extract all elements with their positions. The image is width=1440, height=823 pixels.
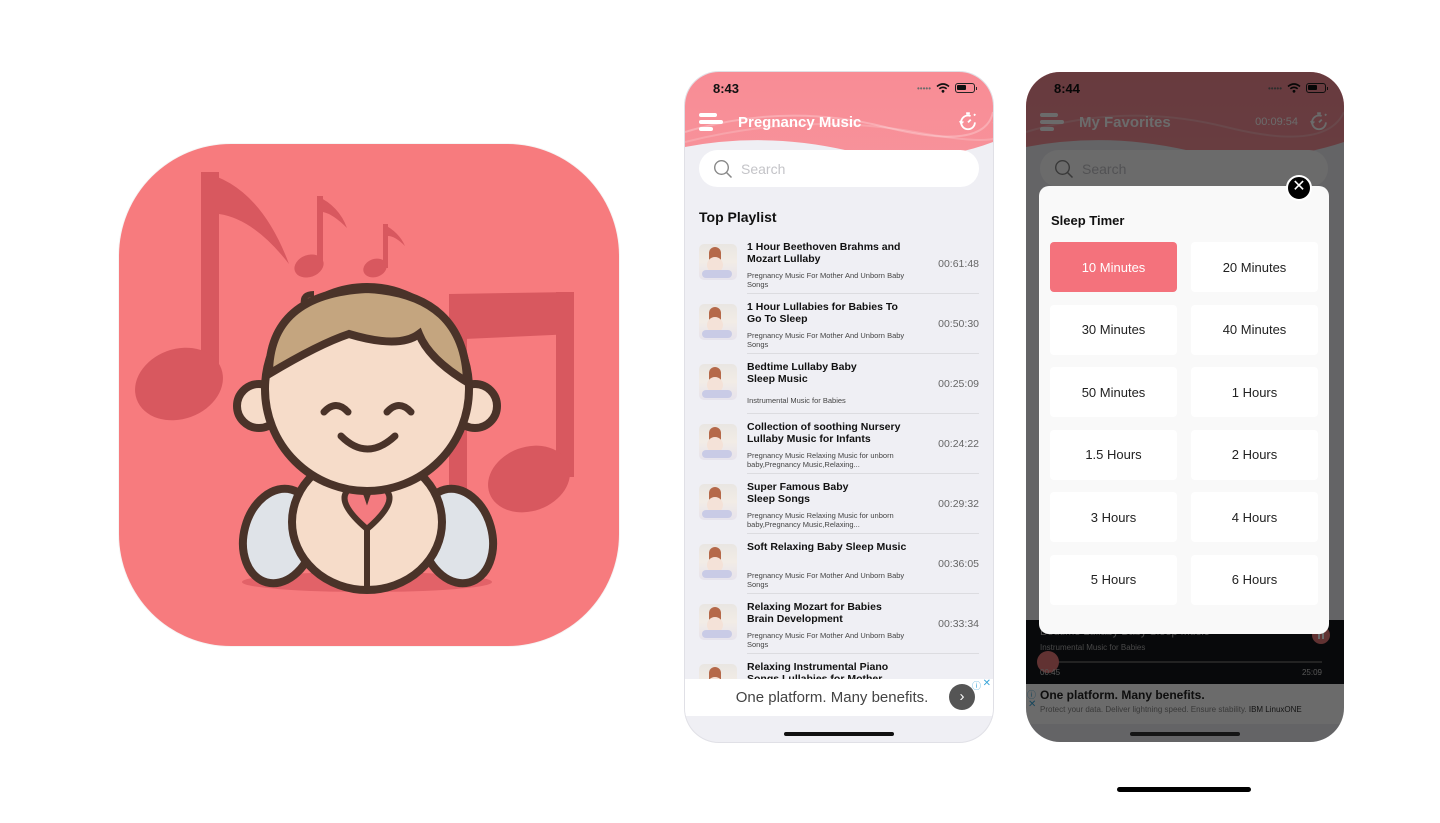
signal-icon: ••••• bbox=[916, 83, 931, 93]
playlist-thumbnail bbox=[699, 604, 737, 640]
playlist-title: Soft Relaxing Baby Sleep Music bbox=[747, 541, 907, 553]
baby-music-illustration bbox=[135, 172, 574, 594]
playlist-duration: 00:61:48 bbox=[938, 258, 979, 270]
page-title: Pregnancy Music bbox=[738, 114, 862, 131]
ad-info-icon[interactable]: ⓘ bbox=[972, 679, 981, 692]
timer-option-button[interactable]: 50 Minutes bbox=[1050, 367, 1177, 418]
ad-text: One platform. Many benefits. bbox=[735, 689, 929, 706]
search-input[interactable] bbox=[741, 160, 941, 177]
small-music-notes-icon bbox=[294, 196, 405, 278]
playlist-list: 1 Hour Beethoven Brahms and Mozart Lulla… bbox=[685, 234, 993, 714]
section-title: Top Playlist bbox=[699, 209, 777, 225]
playlist-duration: 00:25:09 bbox=[938, 378, 979, 390]
playlist-duration: 00:24:22 bbox=[938, 438, 979, 450]
playlist-subtitle: Pregnancy Music For Mother And Unborn Ba… bbox=[747, 271, 905, 289]
playlist-duration: 00:36:05 bbox=[938, 558, 979, 570]
modal-title: Sleep Timer bbox=[1051, 213, 1125, 228]
playlist-row[interactable]: 1 Hour Lullabies for Babies To Go To Sle… bbox=[685, 294, 993, 354]
timer-option-button[interactable]: 10 Minutes bbox=[1050, 242, 1177, 292]
wifi-icon bbox=[936, 83, 950, 93]
search-input-container[interactable] bbox=[699, 150, 979, 187]
playlist-title: Collection of soothing Nursery Lullaby M… bbox=[747, 421, 901, 445]
playlist-row[interactable]: Relaxing Mozart for Babies Brain Develop… bbox=[685, 594, 993, 654]
timer-option-button[interactable]: 20 Minutes bbox=[1191, 242, 1318, 292]
ad-close-icon[interactable]: ✕ bbox=[983, 678, 991, 689]
phone-screen-sleep-timer: 8:44 ••••• My Favorites 00:09:54 bbox=[1026, 72, 1344, 742]
timer-option-button[interactable]: 3 Hours bbox=[1050, 492, 1177, 543]
playlist-thumbnail bbox=[699, 424, 737, 460]
playlist-subtitle: Pregnancy Music For Mother And Unborn Ba… bbox=[747, 631, 905, 649]
status-bar: 8:43 ••••• bbox=[685, 72, 993, 106]
playlist-row[interactable]: Collection of soothing Nursery Lullaby M… bbox=[685, 414, 993, 474]
timer-option-button[interactable]: 4 Hours bbox=[1191, 492, 1318, 543]
hamburger-menu-icon[interactable] bbox=[699, 111, 723, 131]
playlist-thumbnail bbox=[699, 244, 737, 280]
playlist-title: 1 Hour Beethoven Brahms and Mozart Lulla… bbox=[747, 241, 901, 265]
phone-screen-playlist: 8:43 ••••• Pregnancy Music Search Top Pl… bbox=[685, 72, 993, 742]
close-icon[interactable]: ✕ bbox=[1286, 175, 1312, 201]
home-indicator bbox=[784, 732, 894, 736]
playlist-subtitle: Pregnancy Music For Mother And Unborn Ba… bbox=[747, 571, 905, 589]
sleep-timer-icon[interactable] bbox=[957, 110, 979, 132]
timer-option-button[interactable]: 1.5 Hours bbox=[1050, 429, 1177, 480]
status-time: 8:43 bbox=[713, 81, 740, 96]
playlist-subtitle: Pregnancy Music For Mother And Unborn Ba… bbox=[747, 331, 905, 349]
playlist-title: Bedtime Lullaby Baby Sleep Music bbox=[747, 361, 857, 385]
timer-options-grid: 10 Minutes 20 Minutes 30 Minutes 40 Minutes… bbox=[1050, 242, 1318, 605]
nav-bar: Pregnancy Music bbox=[685, 108, 993, 138]
playlist-row[interactable]: 1 Hour Beethoven Brahms and Mozart Lulla… bbox=[685, 234, 993, 294]
timer-option-button[interactable]: 1 Hours bbox=[1191, 367, 1318, 418]
playlist-row[interactable]: Soft Relaxing Baby Sleep Music Pregnancy… bbox=[685, 534, 993, 594]
playlist-thumbnail bbox=[699, 544, 737, 580]
timer-option-button[interactable]: 2 Hours bbox=[1191, 429, 1318, 480]
playlist-subtitle: Pregnancy Music Relaxing Music for unbor… bbox=[747, 451, 894, 469]
timer-option-button[interactable]: 30 Minutes bbox=[1050, 304, 1177, 355]
playlist-duration: 00:33:34 bbox=[938, 618, 979, 630]
playlist-title: 1 Hour Lullabies for Babies To Go To Sle… bbox=[747, 301, 898, 325]
home-indicator bbox=[1117, 787, 1251, 792]
app-icon bbox=[119, 144, 619, 646]
ad-banner[interactable]: One platform. Many benefits. › ⓘ ✕ bbox=[685, 678, 993, 716]
playlist-row[interactable]: Super Famous Baby Sleep Songs Pregnancy … bbox=[685, 474, 993, 534]
battery-icon bbox=[955, 83, 977, 93]
playlist-row[interactable]: Bedtime Lullaby Baby Sleep Music Instrum… bbox=[685, 354, 993, 414]
timer-option-button[interactable]: 40 Minutes bbox=[1191, 304, 1318, 355]
timer-option-button[interactable]: 6 Hours bbox=[1191, 554, 1318, 605]
playlist-thumbnail bbox=[699, 304, 737, 340]
playlist-thumbnail bbox=[699, 364, 737, 400]
timer-option-button[interactable]: 5 Hours bbox=[1050, 554, 1177, 605]
playlist-title: Super Famous Baby Sleep Songs bbox=[747, 481, 849, 505]
search-icon bbox=[713, 159, 733, 178]
playlist-duration: 00:29:32 bbox=[938, 498, 979, 510]
playlist-title: Relaxing Mozart for Babies Brain Develop… bbox=[747, 601, 882, 625]
playlist-subtitle: Instrumental Music for Babies bbox=[747, 396, 846, 405]
playlist-subtitle: Pregnancy Music Relaxing Music for unbor… bbox=[747, 511, 894, 529]
playlist-thumbnail bbox=[699, 484, 737, 520]
playlist-duration: 00:50:30 bbox=[938, 318, 979, 330]
sleep-timer-modal: Sleep Timer 10 Minutes 20 Minutes 30 Minut… bbox=[1039, 186, 1329, 634]
